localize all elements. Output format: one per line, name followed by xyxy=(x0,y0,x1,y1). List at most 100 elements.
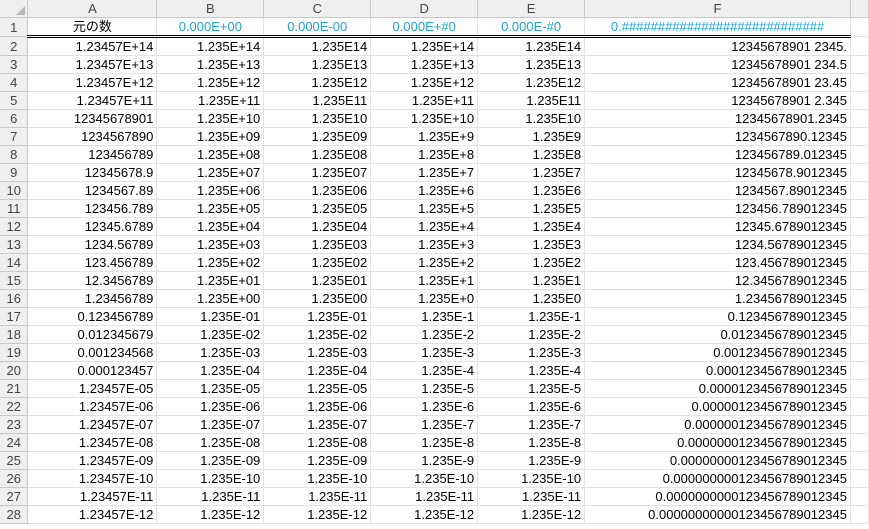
header-cell[interactable]: 0.000E+00 xyxy=(156,17,265,38)
data-cell[interactable]: 0.123456789012345 xyxy=(584,307,851,326)
data-cell[interactable]: 1.235E1 xyxy=(477,271,586,290)
data-cell[interactable]: 1.23457E-06 xyxy=(27,397,158,416)
data-cell[interactable]: 1.235E-10 xyxy=(156,469,265,488)
header-cell[interactable]: 元の数 xyxy=(27,17,158,38)
empty-cell[interactable] xyxy=(850,17,869,37)
data-cell[interactable]: 1.235E-3 xyxy=(477,343,586,362)
data-cell[interactable]: 1.235E-2 xyxy=(477,325,586,344)
data-cell[interactable]: 0.0123456789012345 xyxy=(584,325,851,344)
data-cell[interactable]: 1.235E-11 xyxy=(156,487,265,506)
data-cell[interactable]: 1.235E12 xyxy=(477,73,586,92)
data-cell[interactable]: 1.235E+00 xyxy=(156,289,265,308)
empty-cell[interactable] xyxy=(850,397,869,416)
data-cell[interactable]: 1.235E09 xyxy=(263,127,372,146)
data-cell[interactable]: 1.235E-12 xyxy=(370,505,479,524)
row-header[interactable]: 11 xyxy=(0,199,29,218)
data-cell[interactable]: 1.235E-05 xyxy=(263,379,372,398)
data-cell[interactable]: 1.23457E-08 xyxy=(27,433,158,452)
data-cell[interactable]: 1.235E+3 xyxy=(370,235,479,254)
row-header[interactable]: 1 xyxy=(0,17,29,37)
data-cell[interactable]: 1.235E-11 xyxy=(370,487,479,506)
data-cell[interactable]: 0.000000123456789012345 xyxy=(584,415,851,434)
row-header[interactable]: 3 xyxy=(0,55,29,74)
data-cell[interactable]: 1.235E+0 xyxy=(370,289,479,308)
header-cell[interactable]: 0.000E-00 xyxy=(263,17,372,38)
data-cell[interactable]: 1.235E-8 xyxy=(370,433,479,452)
row-header[interactable]: 10 xyxy=(0,181,29,200)
empty-cell[interactable] xyxy=(850,271,869,290)
data-cell[interactable]: 1.235E11 xyxy=(477,91,586,110)
data-cell[interactable]: 1.235E-9 xyxy=(477,451,586,470)
empty-cell[interactable] xyxy=(850,505,869,524)
data-cell[interactable]: 1.235E+11 xyxy=(370,91,479,110)
empty-cell[interactable] xyxy=(850,487,869,506)
data-cell[interactable]: 1.235E+10 xyxy=(156,109,265,128)
data-cell[interactable]: 0.123456789 xyxy=(27,307,158,326)
data-cell[interactable]: 1.235E-6 xyxy=(477,397,586,416)
data-cell[interactable]: 1.235E-4 xyxy=(477,361,586,380)
data-cell[interactable]: 1.23457E+11 xyxy=(27,91,158,110)
data-cell[interactable]: 1.23457E+14 xyxy=(27,36,158,56)
data-cell[interactable]: 1.235E+4 xyxy=(370,217,479,236)
data-cell[interactable]: 0.000123457 xyxy=(27,361,158,380)
empty-cell[interactable] xyxy=(850,73,869,92)
data-cell[interactable]: 1.235E+5 xyxy=(370,199,479,218)
data-cell[interactable]: 1.235E13 xyxy=(477,55,586,74)
data-cell[interactable]: 1.235E-02 xyxy=(263,325,372,344)
data-cell[interactable]: 1234567890 xyxy=(27,127,158,146)
row-header[interactable]: 2 xyxy=(0,36,29,56)
data-cell[interactable]: 1.235E4 xyxy=(477,217,586,236)
empty-cell[interactable] xyxy=(850,451,869,470)
row-header[interactable]: 9 xyxy=(0,163,29,182)
empty-cell[interactable] xyxy=(850,163,869,182)
data-cell[interactable]: 1.235E9 xyxy=(477,127,586,146)
data-cell[interactable]: 1.235E+13 xyxy=(156,55,265,74)
data-cell[interactable]: 1.235E-1 xyxy=(370,307,479,326)
empty-cell[interactable] xyxy=(850,289,869,308)
row-header[interactable]: 17 xyxy=(0,307,29,326)
data-cell[interactable]: 1.235E10 xyxy=(263,109,372,128)
column-header-d[interactable]: D xyxy=(370,0,479,18)
header-cell[interactable]: 0.############################ xyxy=(584,17,851,38)
row-header[interactable]: 14 xyxy=(0,253,29,272)
data-cell[interactable]: 12345678901 xyxy=(27,109,158,128)
data-cell[interactable]: 1.235E02 xyxy=(263,253,372,272)
data-cell[interactable]: 1.235E+9 xyxy=(370,127,479,146)
data-cell[interactable]: 1.235E-06 xyxy=(156,397,265,416)
data-cell[interactable]: 1234.56789 xyxy=(27,235,158,254)
data-cell[interactable]: 123456789.012345 xyxy=(584,145,851,164)
row-header[interactable]: 24 xyxy=(0,433,29,452)
data-cell[interactable]: 1.235E-03 xyxy=(263,343,372,362)
data-cell[interactable]: 0.000000000123456789012345 xyxy=(584,469,851,488)
data-cell[interactable]: 1.235E+12 xyxy=(370,73,479,92)
column-header-a[interactable]: A xyxy=(27,0,158,18)
empty-cell[interactable] xyxy=(850,415,869,434)
data-cell[interactable]: 1.235E10 xyxy=(477,109,586,128)
row-header[interactable]: 15 xyxy=(0,271,29,290)
row-header[interactable]: 16 xyxy=(0,289,29,308)
data-cell[interactable]: 1.235E07 xyxy=(263,163,372,182)
data-cell[interactable]: 1.235E05 xyxy=(263,199,372,218)
data-cell[interactable]: 12345678901 2.345 xyxy=(584,91,851,110)
empty-cell[interactable] xyxy=(850,343,869,362)
data-cell[interactable]: 1.235E-02 xyxy=(156,325,265,344)
data-cell[interactable]: 1.235E-1 xyxy=(477,307,586,326)
data-cell[interactable]: 1.23457E-07 xyxy=(27,415,158,434)
row-header[interactable]: 23 xyxy=(0,415,29,434)
data-cell[interactable]: 1.235E+06 xyxy=(156,181,265,200)
empty-cell[interactable] xyxy=(850,307,869,326)
data-cell[interactable]: 1.23456789012345 xyxy=(584,289,851,308)
data-cell[interactable]: 1.235E+2 xyxy=(370,253,479,272)
empty-cell[interactable] xyxy=(850,433,869,452)
data-cell[interactable]: 0.0000000000123456789012345 xyxy=(584,487,851,506)
data-cell[interactable]: 1.235E-06 xyxy=(263,397,372,416)
data-cell[interactable]: 1.235E+13 xyxy=(370,55,479,74)
data-cell[interactable]: 12345678901 23.45 xyxy=(584,73,851,92)
data-cell[interactable]: 1.235E7 xyxy=(477,163,586,182)
empty-cell[interactable] xyxy=(850,217,869,236)
data-cell[interactable]: 1.235E+05 xyxy=(156,199,265,218)
column-header-c[interactable]: C xyxy=(263,0,372,18)
data-cell[interactable]: 1.235E-09 xyxy=(156,451,265,470)
data-cell[interactable]: 1.235E+14 xyxy=(156,36,265,56)
data-cell[interactable]: 123.456789 xyxy=(27,253,158,272)
